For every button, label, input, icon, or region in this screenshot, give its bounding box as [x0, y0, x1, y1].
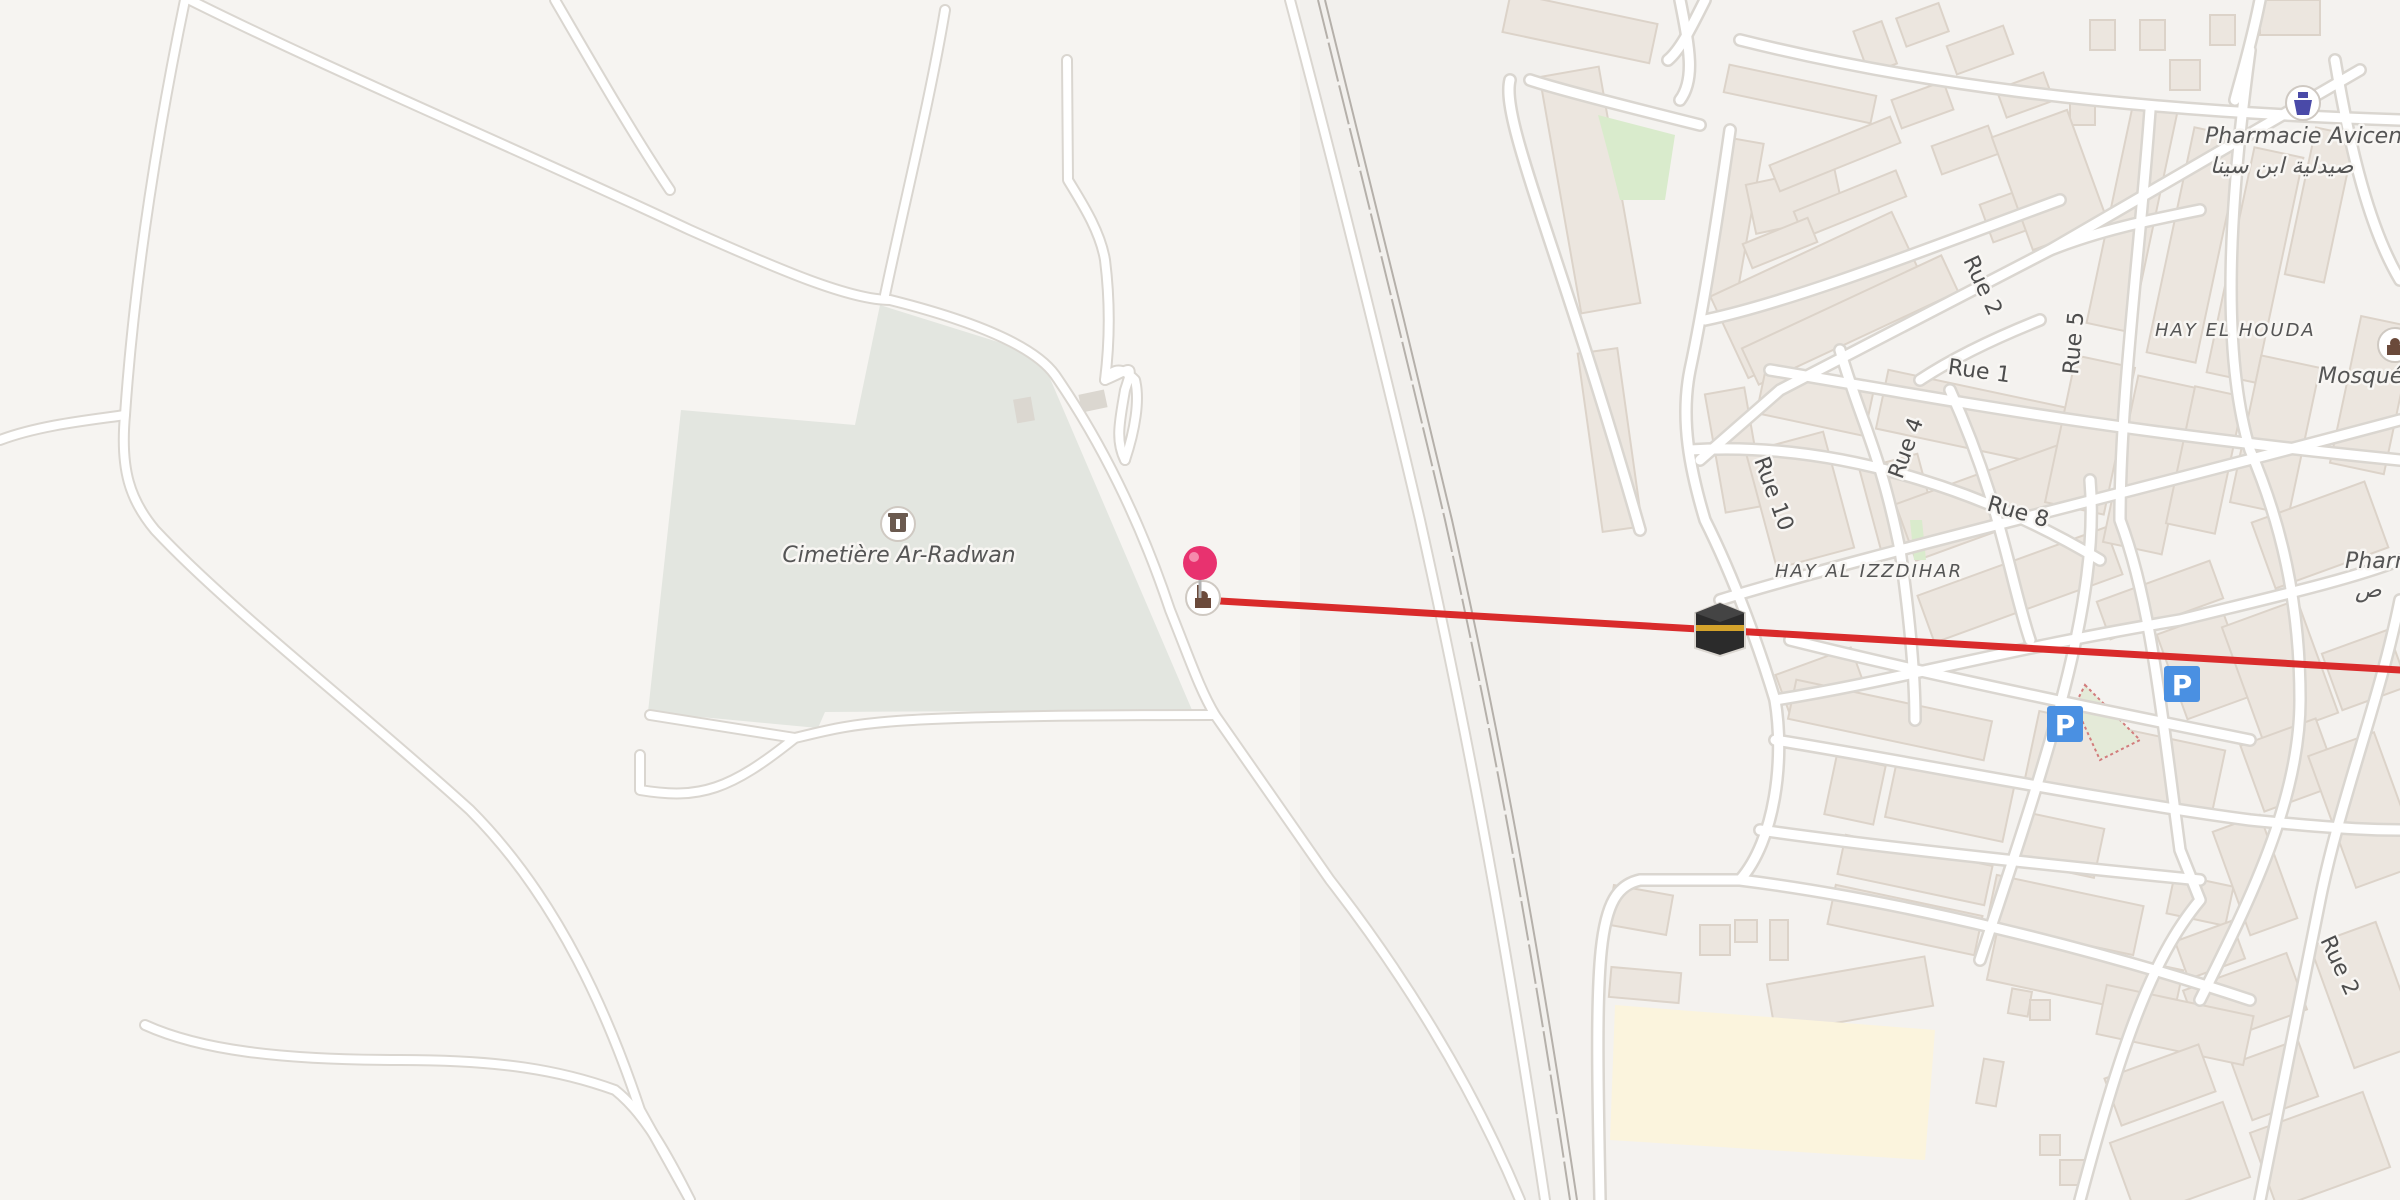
district-label: HAY AL IZZDIHAR: [1775, 561, 1963, 582]
pharmacy-label-arabic: صيدلية ابن سينا: [2210, 154, 2354, 179]
map-svg[interactable]: P P Cimetière Ar-Radwan Pharmacie Avicen…: [0, 0, 2400, 1200]
pharmacy-label: Pharm: [2345, 549, 2400, 574]
district-label: HAY EL HOUDA: [2155, 320, 2316, 341]
mosque-label: Mosquée: [2318, 364, 2400, 389]
mosque-icon[interactable]: [1185, 580, 1221, 616]
school-area: [1610, 1005, 1935, 1160]
map-canvas[interactable]: P P Cimetière Ar-Radwan Pharmacie Avicen…: [0, 0, 2400, 1200]
pharmacy-icon[interactable]: [2285, 85, 2321, 121]
parking-icon[interactable]: P: [2164, 666, 2200, 702]
parking-label: P: [2055, 709, 2076, 742]
kaaba-icon[interactable]: [1694, 601, 1746, 658]
pharmacy-label-arabic: ص: [2355, 578, 2382, 603]
pharmacy-label: Pharmacie Avicenne: [2205, 124, 2400, 149]
cemetery-label: Cimetière Ar-Radwan: [782, 543, 1015, 568]
parking-label: P: [2172, 669, 2193, 702]
parking-icon[interactable]: P: [2047, 706, 2083, 742]
cemetery-icon[interactable]: [880, 506, 916, 542]
